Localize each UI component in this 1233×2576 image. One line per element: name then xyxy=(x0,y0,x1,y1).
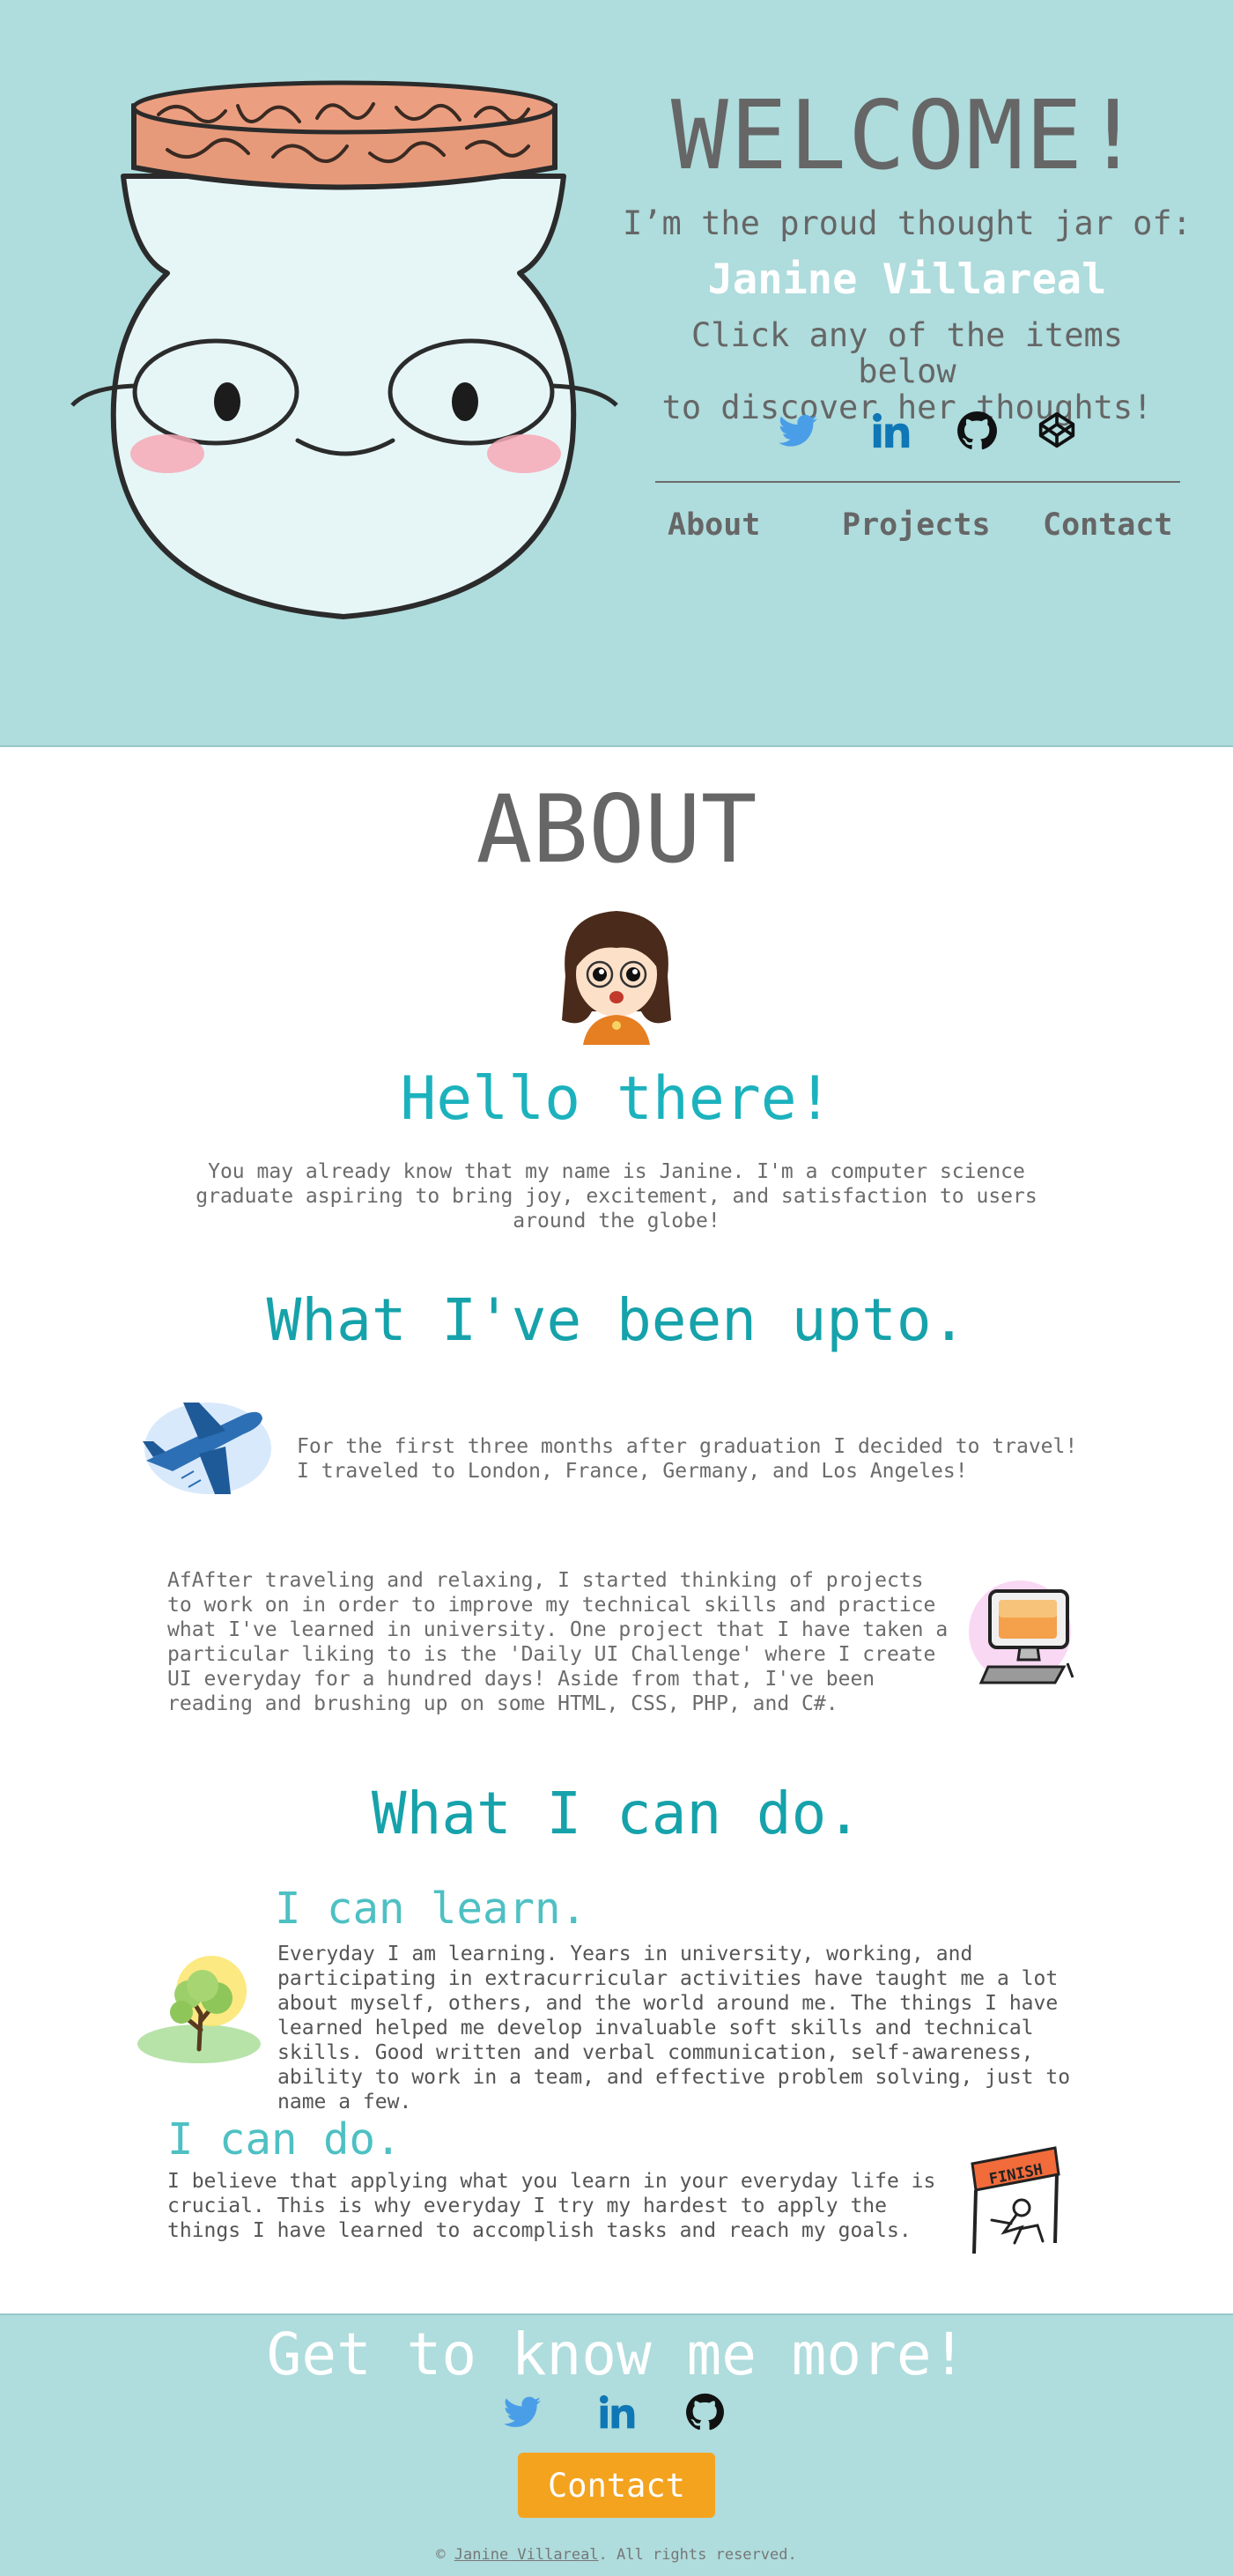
instructions-line-1: Click any of the items below xyxy=(690,316,1124,390)
owner-name: Janine Villareal xyxy=(707,255,1107,304)
projects-paragraph: AfAfter traveling and relaxing, I starte… xyxy=(167,1569,949,1715)
github-icon[interactable] xyxy=(685,2393,731,2439)
footer: Get to know me more! Contact © Janine Vi… xyxy=(0,2313,1233,2576)
hello-heading: Hello there! xyxy=(400,1064,833,1134)
copyright-suffix: . All rights reserved. xyxy=(598,2546,797,2564)
travel-paragraph: For the first three months after graduat… xyxy=(297,1435,1078,1483)
copyright-text: © Janine Villareal. All rights reserved. xyxy=(0,2546,1233,2564)
twitter-icon[interactable] xyxy=(502,2393,548,2439)
hero-social-links xyxy=(766,411,1092,463)
hero-divider xyxy=(655,481,1180,483)
proud-subtitle: I’m the proud thought jar of: xyxy=(622,204,1192,242)
instructions-text: Click any of the items below to discover… xyxy=(643,317,1171,426)
nav-projects[interactable]: Projects xyxy=(842,507,991,543)
learn-subheading: I can learn. xyxy=(275,1884,587,1934)
linkedin-icon[interactable] xyxy=(870,411,919,460)
codepen-icon[interactable] xyxy=(1037,411,1087,460)
cando-heading: What I can do. xyxy=(371,1780,862,1847)
do-subheading: I can do. xyxy=(167,2114,402,2165)
copyright-symbol: © xyxy=(436,2546,446,2564)
linkedin-icon[interactable] xyxy=(597,2393,643,2439)
hero-section: WELCOME! I’m the proud thought jar of: J… xyxy=(0,0,1233,747)
learn-paragraph: Everyday I am learning. Years in univers… xyxy=(277,1943,1071,2113)
thought-jar-illustration xyxy=(70,80,618,619)
footer-heading: Get to know me more! xyxy=(266,2321,967,2388)
nav-contact[interactable]: Contact xyxy=(1043,507,1173,543)
welcome-heading: WELCOME! xyxy=(670,81,1144,191)
nav-about[interactable]: About xyxy=(668,507,760,543)
twitter-icon[interactable] xyxy=(777,411,826,460)
about-heading: ABOUT xyxy=(476,775,757,884)
upto-heading: What I've been upto. xyxy=(266,1286,967,1354)
copyright-name-link[interactable]: Janine Villareal xyxy=(454,2546,599,2564)
contact-button[interactable]: Contact xyxy=(518,2453,715,2518)
avatar xyxy=(562,911,671,1045)
airplane-illustration xyxy=(143,1403,271,1494)
tree-illustration xyxy=(137,1956,261,2063)
footer-social-links xyxy=(502,2393,731,2442)
computer-illustration xyxy=(969,1580,1074,1684)
finish-flag-illustration: FINISH xyxy=(971,2146,1060,2254)
do-paragraph: I believe that applying what you learn i… xyxy=(167,2170,936,2242)
intro-paragraph: You may already know that my name is Jan… xyxy=(196,1160,1037,1232)
github-icon[interactable] xyxy=(956,411,1006,460)
